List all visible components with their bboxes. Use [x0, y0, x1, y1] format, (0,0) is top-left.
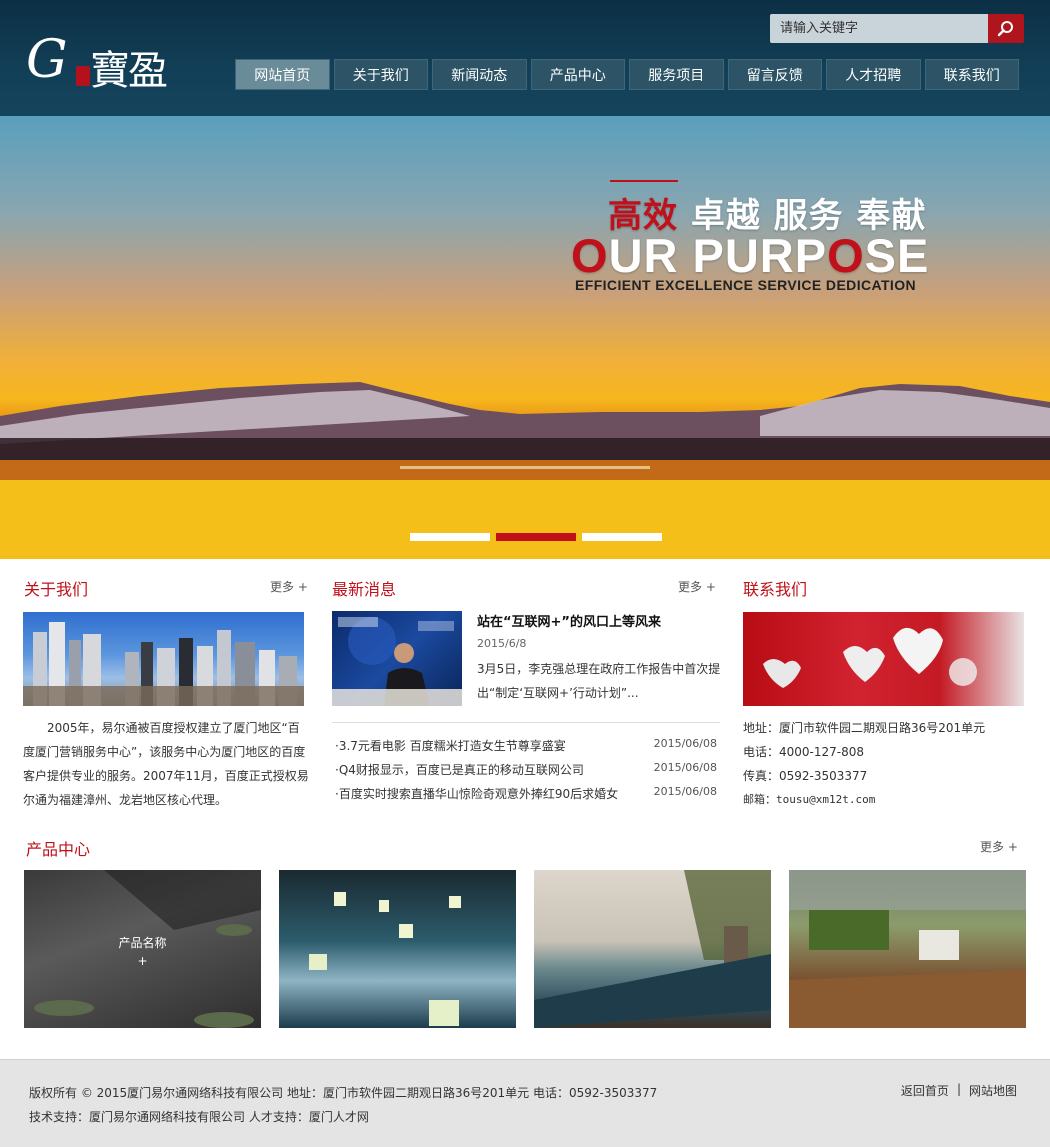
- slide-indicator-2[interactable]: [496, 533, 576, 541]
- logo-seal-icon: [76, 66, 90, 86]
- nav-item-about[interactable]: 关于我们: [333, 59, 428, 90]
- nav-item-feedback[interactable]: 留言反馈: [727, 59, 822, 90]
- products-more-link[interactable]: 更多 +: [980, 838, 1018, 855]
- site-header: G 寶盈 网站首页 关于我们 新闻动态 产品中心 服务项目 留言反馈 人才招聘 …: [0, 0, 1050, 116]
- contact-fax: 传真：0592-3503377: [743, 769, 868, 783]
- footer-sitemap-link[interactable]: 网站地图: [969, 1082, 1017, 1099]
- logo-letter: G: [26, 30, 68, 90]
- search-input[interactable]: [770, 14, 989, 43]
- nav-item-home[interactable]: 网站首页: [235, 59, 330, 90]
- speaker-photo: [332, 617, 462, 706]
- nav-item-news[interactable]: 新闻动态: [432, 59, 527, 90]
- nav-item-products[interactable]: 产品中心: [530, 59, 625, 90]
- news-divider: [332, 722, 720, 723]
- slider-indicators: [410, 533, 662, 541]
- site-logo[interactable]: G 寶盈: [26, 30, 168, 94]
- search-box: [770, 14, 1024, 43]
- hero-banner[interactable]: 高效 卓越 服务 奉献 OUR PURPOSE EFFICIENT EXCELL…: [0, 116, 1050, 559]
- news-list-item[interactable]: ·百度实时搜索直播华山惊险奇观意外捧红90后求婚女 2015/06/08: [335, 781, 717, 805]
- site-footer: 版权所有 © 2015厦门易尔通网络科技有限公司 地址：厦门市软件园二期观日路3…: [0, 1059, 1050, 1147]
- product-card[interactable]: [279, 870, 516, 1028]
- contact-title[interactable]: 联系我们: [743, 576, 807, 600]
- contact-phone: 电话：4000-127-808: [743, 745, 865, 759]
- footer-home-link[interactable]: 返回首页: [901, 1082, 949, 1099]
- nav-item-contact[interactable]: 联系我们: [924, 59, 1019, 90]
- news-featured-date: 2015/6/8: [477, 637, 527, 650]
- news-item-date: 2015/06/08: [653, 761, 717, 774]
- news-list: ·3.7元看电影 百度糯米打造女生节尊享盛宴 2015/06/08 ·Q4财报显…: [335, 733, 717, 805]
- slide-indicator-3[interactable]: [582, 533, 662, 541]
- about-title[interactable]: 关于我们: [24, 576, 88, 600]
- footer-support: 技术支持：厦门易尔通网络科技有限公司 人才支持：厦门人才网: [29, 1110, 369, 1124]
- about-image[interactable]: [23, 612, 304, 706]
- product-card[interactable]: [534, 870, 771, 1028]
- news-item-date: 2015/06/08: [653, 785, 717, 798]
- slide-indicator-1[interactable]: [410, 533, 490, 541]
- search-icon: [997, 21, 1013, 37]
- news-list-item[interactable]: ·Q4财报显示，百度已是真正的移动互联网公司 2015/06/08: [335, 757, 717, 781]
- mountain-landscape: [0, 382, 1050, 559]
- about-description: 2005年，易尔通被百度授权建立了厦门地区“百度厦门营销服务中心”，该服务中心为…: [23, 721, 309, 807]
- product-image: [789, 870, 1026, 1028]
- news-more-link[interactable]: 更多 +: [678, 578, 716, 595]
- contact-image: [743, 612, 1024, 706]
- search-button[interactable]: [988, 14, 1024, 43]
- banner-en-subtitle: EFFICIENT EXCELLENCE SERVICE DEDICATION: [575, 277, 917, 293]
- news-item-date: 2015/06/08: [653, 737, 717, 750]
- product-image: [534, 870, 771, 1028]
- news-list-item[interactable]: ·3.7元看电影 百度糯米打造女生节尊享盛宴 2015/06/08: [335, 733, 717, 757]
- logo-text: 寶盈: [90, 48, 168, 94]
- news-item-title[interactable]: ·Q4财报显示，百度已是真正的移动互联网公司: [335, 761, 584, 778]
- products-title[interactable]: 产品中心: [26, 836, 90, 860]
- nav-item-services[interactable]: 服务项目: [629, 59, 724, 90]
- banner-en-title: OUR PURPOSE: [571, 229, 930, 282]
- footer-copyright: 版权所有 © 2015厦门易尔通网络科技有限公司 地址：厦门市软件园二期观日路3…: [29, 1086, 658, 1100]
- news-featured-headline[interactable]: 站在“互联网+”的风口上等风来: [477, 611, 661, 630]
- about-more-link[interactable]: 更多 +: [270, 578, 308, 595]
- product-card[interactable]: [789, 870, 1026, 1028]
- products-grid: 产品名称 +: [24, 870, 1026, 1028]
- main-nav: 网站首页 关于我们 新闻动态 产品中心 服务项目 留言反馈 人才招聘 联系我们: [235, 59, 1019, 90]
- news-item-title[interactable]: ·百度实时搜索直播华山惊险奇观意外捧红90后求婚女: [335, 785, 618, 802]
- product-name: 产品名称: [118, 936, 167, 950]
- nav-item-jobs[interactable]: 人才招聘: [826, 59, 921, 90]
- footer-link-separator: |: [956, 1082, 961, 1096]
- news-item-title[interactable]: ·3.7元看电影 百度糯米打造女生节尊享盛宴: [335, 737, 566, 754]
- news-featured-image[interactable]: [332, 611, 462, 706]
- city-skyline-image: [23, 622, 304, 706]
- slogan-divider: [610, 180, 678, 182]
- news-featured-summary: 3月5日，李克强总理在政府工作报告中首次提出“制定‘互联网+’行动计划”...: [477, 662, 721, 700]
- contact-email[interactable]: 邮箱：tousu@xm12t.com: [743, 788, 1024, 812]
- product-image: [309, 892, 461, 1026]
- contact-info: 地址：厦门市软件园二期观日路36号201单元 电话：4000-127-808 传…: [743, 716, 1024, 812]
- contact-address: 地址：厦门市软件园二期观日路36号201单元: [743, 721, 986, 735]
- product-plus-icon: +: [137, 954, 148, 968]
- news-title[interactable]: 最新消息: [332, 576, 396, 600]
- heart-hands-photo: [763, 627, 977, 688]
- product-card[interactable]: 产品名称 +: [24, 870, 261, 1028]
- footer-links: 返回首页 | 网站地图: [901, 1082, 1017, 1099]
